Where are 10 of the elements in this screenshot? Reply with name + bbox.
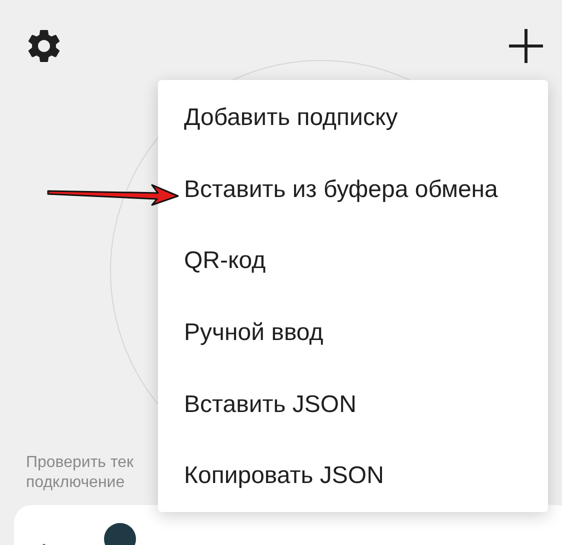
menu-item[interactable]: Вставить из буфера обмена [158, 154, 548, 226]
menu-item[interactable]: Копировать JSON [158, 440, 548, 512]
menu-item[interactable]: Вставить JSON [158, 368, 548, 440]
hint-text: подключение [26, 473, 125, 493]
add-icon[interactable] [508, 28, 544, 64]
arrow-icon [46, 184, 180, 206]
menu-item[interactable]: Ручной ввод [158, 297, 548, 369]
menu-item[interactable]: Добавить подписку [158, 82, 548, 154]
menu-item[interactable]: QR-код [158, 225, 548, 298]
hint-text: Проверить тек [26, 453, 134, 473]
